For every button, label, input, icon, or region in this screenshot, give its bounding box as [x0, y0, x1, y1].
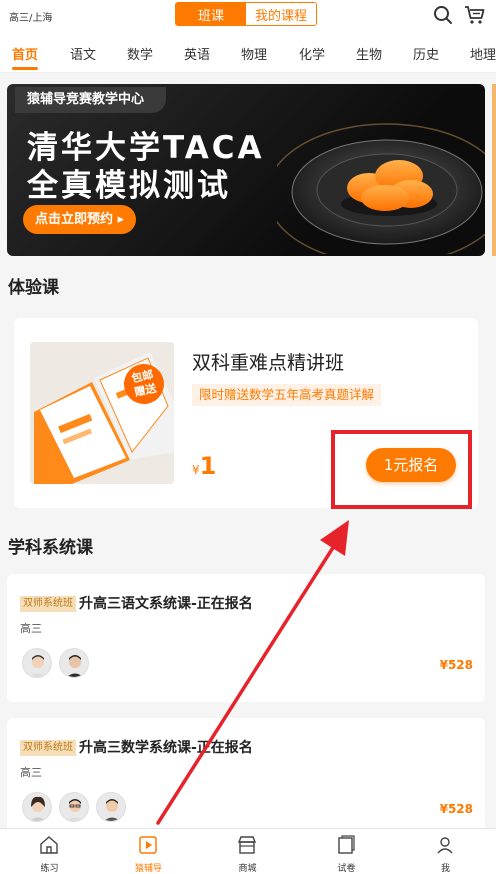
course-title: 升高三数学系统课-正在报名	[79, 740, 253, 756]
teacher-avatar[interactable]	[96, 792, 126, 822]
cart-icon[interactable]	[464, 4, 486, 26]
trial-price: ¥1	[192, 452, 217, 480]
tab-label: 猿辅导	[134, 864, 162, 874]
enroll-button[interactable]: 1元报名	[366, 448, 456, 482]
subject-tab-biology[interactable]: 生物	[356, 44, 382, 63]
tab-practice[interactable]: 练习	[0, 829, 99, 874]
promo-banner[interactable]: 猿辅导竞赛教学中心 清华大学TACA 全真模拟测试 点击立即预约 ▸	[7, 84, 485, 256]
course-title: 升高三语文系统课-正在报名	[79, 596, 253, 612]
subject-tab-chemistry[interactable]: 化学	[299, 44, 325, 63]
store-icon	[237, 836, 257, 854]
tab-label: 试卷	[337, 864, 356, 874]
subject-tab-history[interactable]: 历史	[413, 44, 439, 63]
tab-papers[interactable]: 试卷	[297, 829, 396, 874]
segment-my-courses[interactable]: 我的课程	[246, 3, 316, 25]
course-card-chinese[interactable]: 双师系统班 升高三语文系统课-正在报名 高三 ¥528	[7, 574, 485, 702]
course-type-tag: 双师系统班	[20, 740, 76, 756]
tab-mall[interactable]: 商城	[198, 829, 297, 874]
tab-label: 练习	[40, 864, 59, 874]
teacher-avatar[interactable]	[22, 648, 52, 678]
play-video-icon	[139, 836, 157, 854]
banner-subheadline: 全真模拟测试	[27, 168, 231, 204]
segment-control: 班课 我的课程	[175, 2, 317, 26]
top-bar: 高三/上海 班课 我的课程	[0, 0, 496, 30]
teacher-avatar[interactable]	[22, 792, 52, 822]
subject-tab-physics[interactable]: 物理	[241, 44, 267, 63]
subject-tab-home[interactable]: 首页	[12, 44, 38, 63]
trial-section-title: 体验课	[8, 278, 59, 298]
course-type-tag: 双师系统班	[20, 596, 76, 612]
banner-tag: 猿辅导竞赛教学中心	[15, 87, 167, 113]
search-icon[interactable]	[432, 4, 454, 26]
active-tab-indicator	[12, 67, 38, 70]
segment-classes[interactable]: 班课	[176, 3, 246, 25]
document-icon	[338, 835, 355, 854]
course-cover-image: 包邮赠送	[30, 342, 174, 484]
course-price: ¥528	[439, 658, 473, 672]
tab-label: 商城	[238, 864, 257, 874]
home-icon	[40, 836, 58, 854]
teacher-avatar[interactable]	[59, 648, 89, 678]
course-price: ¥528	[439, 802, 473, 816]
banner-disc-illustration	[277, 123, 485, 254]
tab-yuanfudao[interactable]: 猿辅导	[99, 829, 198, 874]
banner-book-button[interactable]: 点击立即预约 ▸	[23, 205, 137, 234]
subject-tab-chinese[interactable]: 语文	[70, 44, 96, 63]
promo-label: 限时赠送数学五年高考真题详解	[192, 384, 382, 406]
tab-me[interactable]: 我	[396, 829, 495, 874]
course-card-math[interactable]: 双师系统班 升高三数学系统课-正在报名 高三 ¥528	[7, 718, 485, 846]
next-banner-peek	[492, 84, 496, 256]
subject-tab-geography[interactable]: 地理	[470, 44, 496, 63]
subject-tabs: 首页 语文 数学 英语 物理 化学 生物 历史 地理	[0, 30, 496, 73]
location-selector[interactable]: 高三/上海	[9, 9, 52, 24]
system-section-title: 学科系统课	[8, 538, 93, 558]
trial-course-title: 双科重难点精讲班	[192, 352, 345, 374]
bottom-tab-bar: 练习 猿辅导 商城 试卷 我	[0, 828, 496, 874]
course-grade: 高三	[20, 622, 42, 635]
teacher-avatar[interactable]	[59, 792, 89, 822]
subject-tab-math[interactable]: 数学	[127, 44, 153, 63]
subject-tab-english[interactable]: 英语	[184, 44, 210, 63]
course-grade: 高三	[20, 766, 42, 779]
tab-label: 我	[440, 864, 450, 874]
user-icon	[437, 837, 453, 854]
